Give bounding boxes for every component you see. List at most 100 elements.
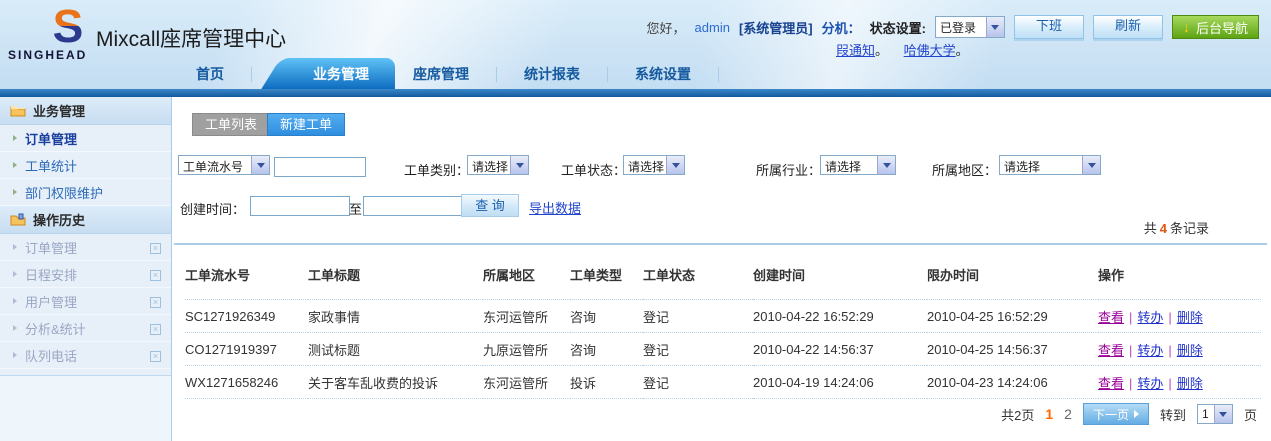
export-data-link[interactable]: 导出数据 [529, 198, 581, 217]
total-pages-text: 共2页 [1001, 405, 1034, 424]
transfer-link[interactable]: 转办 [1137, 310, 1163, 325]
refresh-button[interactable]: 刷新 [1093, 15, 1163, 39]
action-separator: | [1168, 376, 1171, 391]
new-ticket-button[interactable]: 新建工单 [267, 113, 345, 136]
col-actions: 操作 [1098, 249, 1261, 300]
bullet-arrow-icon [13, 352, 17, 358]
notice-suffix-1: 。 [875, 43, 888, 58]
ticket-title: 测试标题 [308, 333, 483, 366]
off-duty-button[interactable]: 下班 [1014, 15, 1084, 39]
goto-page-select[interactable]: 1 [1197, 404, 1233, 424]
delete-link[interactable]: 删除 [1177, 310, 1203, 325]
ticket-type-select[interactable]: 请选择 [467, 155, 529, 175]
sidebar-item-ticket-statistics[interactable]: 工单统计 [0, 152, 171, 179]
ticket-title: 家政事情 [308, 300, 483, 333]
tab-statistics-report[interactable]: 统计报表 [506, 58, 598, 89]
sidebar-history-user-management[interactable]: 用户管理 [0, 288, 171, 315]
bullet-arrow-icon [13, 162, 17, 168]
tab-home[interactable]: 首页 [178, 58, 242, 89]
sidebar-item-order-management[interactable]: 订单管理 [0, 125, 171, 152]
region-select[interactable]: 请选择 [999, 155, 1101, 175]
ticket-created: 2010-04-22 16:52:29 [753, 300, 927, 333]
sidebar-section-history: 操作历史 [0, 206, 171, 234]
view-link[interactable]: 查看 [1098, 376, 1124, 391]
next-page-label: 下一页 [1093, 406, 1129, 423]
col-created: 创建时间 [753, 249, 927, 300]
close-icon[interactable] [150, 297, 161, 308]
delete-link[interactable]: 删除 [1177, 343, 1203, 358]
search-type-select[interactable]: 工单流水号 [178, 155, 270, 175]
notice-link-1[interactable]: 叚通知 [836, 43, 875, 58]
industry-label: 所属行业： [756, 160, 821, 179]
sidebar-item-label: 订单管理 [25, 238, 77, 257]
sidebar-history-schedule[interactable]: 日程安排 [0, 261, 171, 288]
notice-link-2[interactable]: 哈佛大学 [904, 43, 956, 58]
ticket-created: 2010-04-19 14:24:06 [753, 366, 927, 399]
sidebar-footer-panel [0, 375, 171, 441]
user-info-bar: 您好， admin [系统管理员] 分机： 状态设置: 已登录 下班 刷新 ↓ … [647, 15, 1259, 39]
sidebar-history-order-management[interactable]: 订单管理 [0, 234, 171, 261]
singhead-logo-icon: S S [44, 4, 92, 48]
col-title: 工单标题 [308, 249, 483, 300]
greeting-text: 您好， [647, 18, 686, 37]
date-to-input[interactable] [363, 196, 463, 216]
date-from-input[interactable] [250, 196, 350, 216]
sidebar: 业务管理 订单管理 工单统计 部门权限维护 操作历史 [0, 97, 172, 441]
filter-row-1: 工单流水号 工单类别： 请选择 工单状态： 请选择 所属行业： 请选择 [172, 155, 1271, 181]
table-row: CO1271919397 测试标题 九原运管所 咨询 登记 2010-04-22… [185, 333, 1261, 366]
transfer-link[interactable]: 转办 [1137, 343, 1163, 358]
col-deadline: 限办时间 [927, 249, 1098, 300]
industry-select[interactable]: 请选择 [820, 155, 896, 175]
ticket-status-label: 工单状态： [561, 160, 626, 179]
sidebar-history-analysis-statistics[interactable]: 分析&统计 [0, 315, 171, 342]
tab-business-management[interactable]: 业务管理 [287, 58, 395, 89]
ticket-status-select[interactable]: 请选择 [623, 155, 685, 175]
sidebar-item-department-permissions[interactable]: 部门权限维护 [0, 179, 171, 206]
sidebar-history-queue-calls[interactable]: 队列电话 [0, 342, 171, 369]
chevron-down-icon [877, 156, 895, 174]
username-text: admin [695, 20, 730, 35]
chevron-down-icon [1214, 405, 1232, 423]
tab-agent-management[interactable]: 座席管理 [395, 58, 487, 89]
view-link[interactable]: 查看 [1098, 310, 1124, 325]
view-link[interactable]: 查看 [1098, 343, 1124, 358]
header: S S SINGHEAD Mixcall座席管理中心 您好， admin [系统… [0, 0, 1271, 89]
page-suffix-label: 页 [1244, 405, 1257, 424]
ticket-type-value: 请选择 [468, 156, 510, 174]
content-divider [174, 243, 1267, 245]
row-actions: 查看|转办|删除 [1098, 333, 1261, 366]
record-count-number: 4 [1157, 221, 1170, 236]
page-number-1[interactable]: 1 [1045, 406, 1053, 422]
next-page-button[interactable]: 下一页 [1083, 403, 1149, 425]
query-button[interactable]: 查 询 [461, 194, 519, 217]
close-icon[interactable] [150, 324, 161, 335]
page-number-2[interactable]: 2 [1064, 406, 1072, 422]
industry-value: 请选择 [821, 156, 877, 174]
bullet-arrow-icon [13, 298, 17, 304]
sidebar-item-label: 工单统计 [25, 156, 77, 175]
bullet-arrow-icon [13, 325, 17, 331]
ticket-deadline: 2010-04-25 14:56:37 [927, 333, 1098, 366]
delete-link[interactable]: 删除 [1177, 376, 1203, 391]
region-label: 所属地区： [932, 160, 997, 179]
sidebar-item-label: 用户管理 [25, 292, 77, 311]
tab-system-settings[interactable]: 系统设置 [617, 58, 709, 89]
transfer-link[interactable]: 转办 [1137, 376, 1163, 391]
search-input[interactable] [274, 157, 366, 177]
close-icon[interactable] [150, 270, 161, 281]
ticket-deadline: 2010-04-25 16:52:29 [927, 300, 1098, 333]
ticket-serial: WX1271658246 [185, 366, 308, 399]
search-type-value: 工单流水号 [179, 156, 251, 174]
extension-label: 分机： [822, 18, 861, 37]
close-icon[interactable] [150, 243, 161, 254]
backend-nav-button[interactable]: ↓ 后台导航 [1172, 15, 1259, 39]
ticket-region: 东河运管所 [483, 366, 570, 399]
row-actions: 查看|转办|删除 [1098, 300, 1261, 333]
status-select[interactable]: 已登录 [935, 16, 1005, 38]
ticket-status: 登记 [643, 366, 753, 399]
action-separator: | [1129, 343, 1132, 358]
down-arrow-icon: ↓ [1183, 20, 1190, 34]
col-type: 工单类型 [570, 249, 643, 300]
close-icon[interactable] [150, 351, 161, 362]
ticket-list-button[interactable]: 工单列表 [192, 113, 270, 136]
